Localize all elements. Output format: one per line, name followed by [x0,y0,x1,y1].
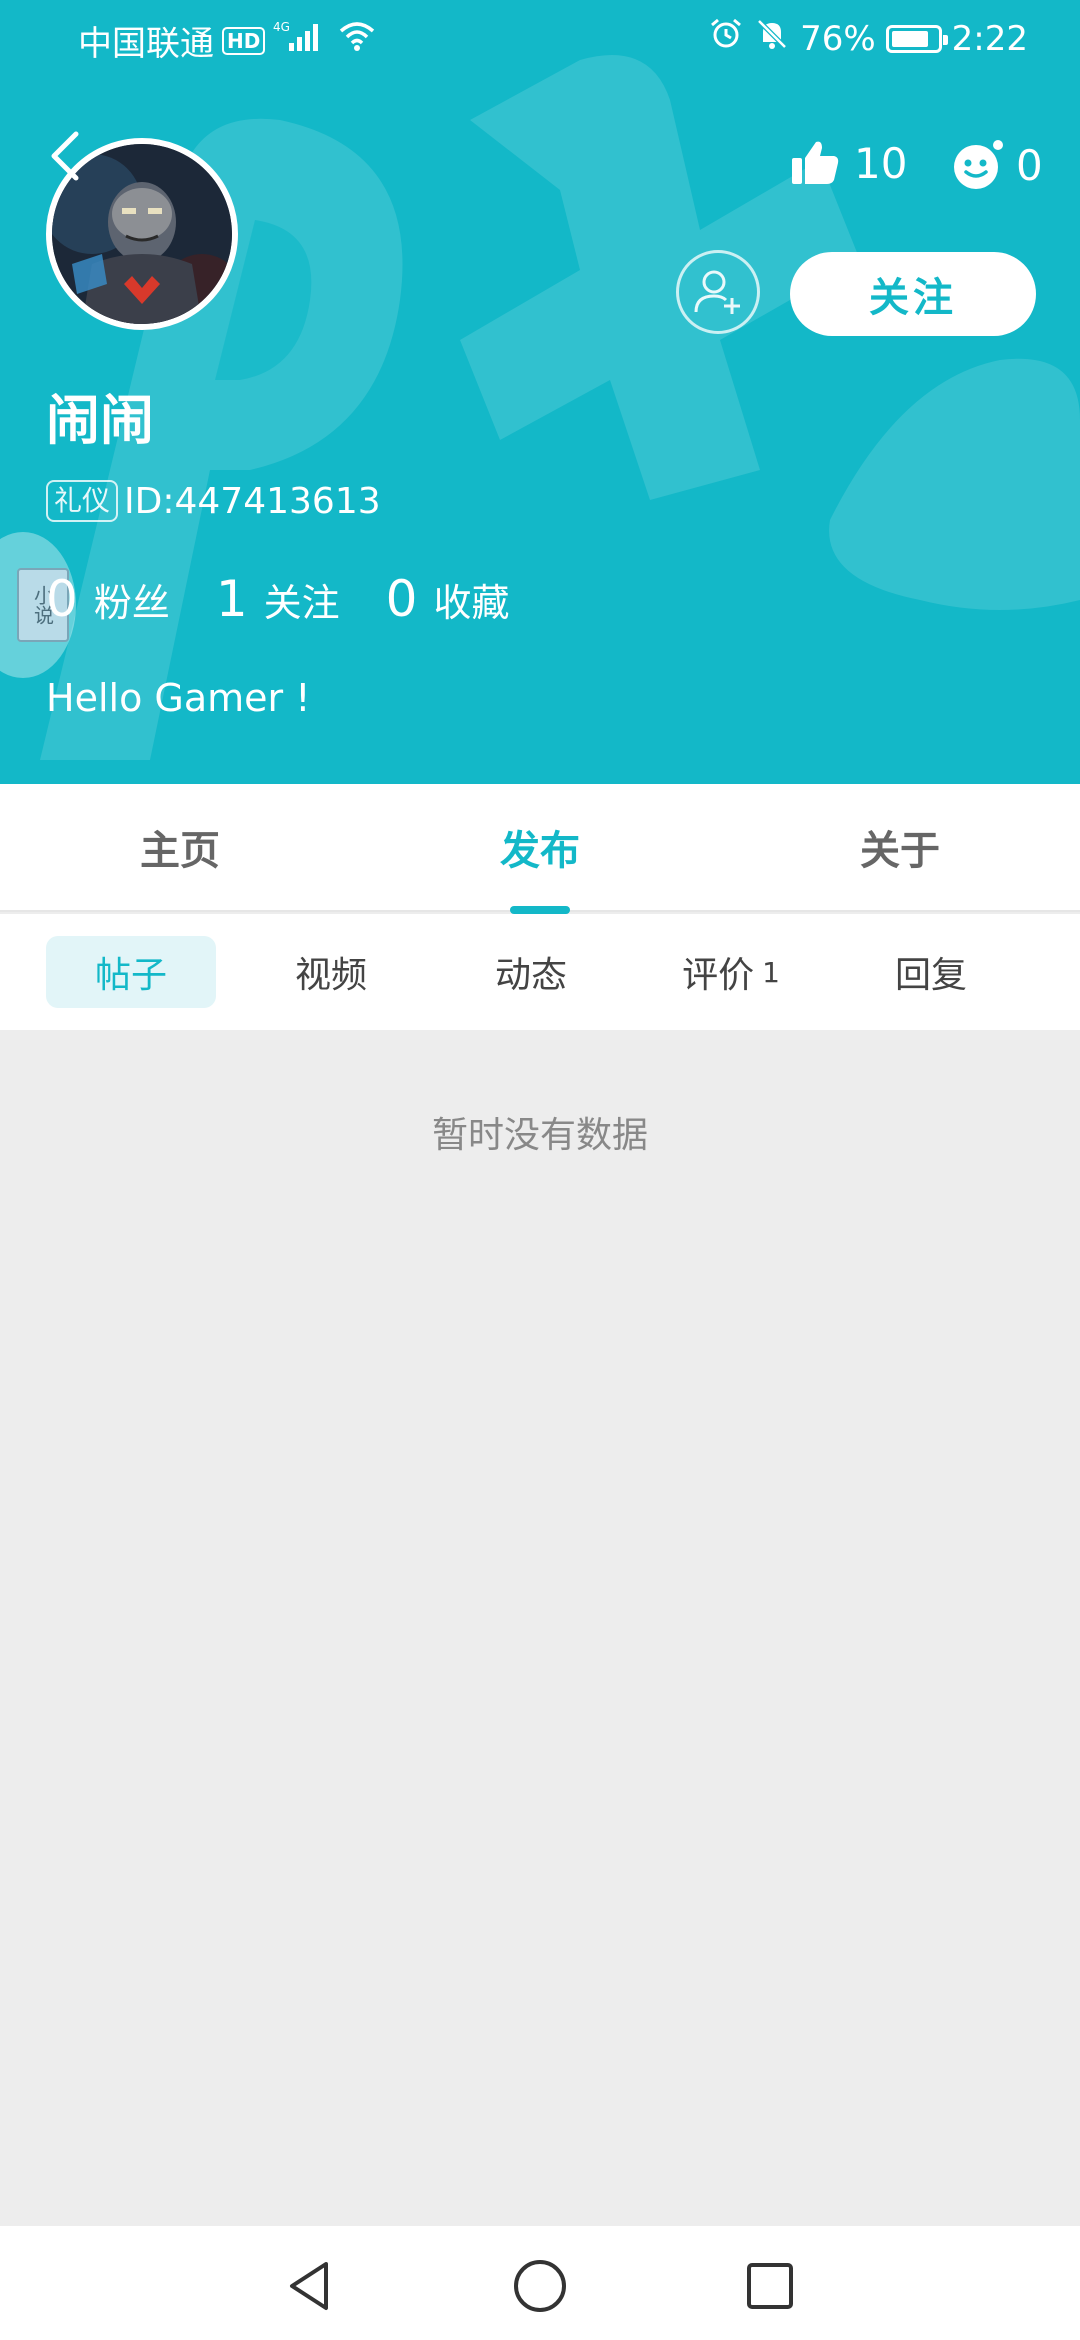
following-stat[interactable]: 1 关注 [216,570,340,628]
reactions-stat[interactable]: 0 [952,138,1043,192]
followers-label: 粉丝 [93,581,170,625]
status-bar: 中国联通 HD 4G 76% 2:22 [0,0,1080,76]
favorites-label: 收藏 [433,581,510,625]
tab-home[interactable]: 主页 [80,818,280,876]
stats-row: 0 粉丝 1 关注 0 收藏 [46,570,555,628]
nav-recents-button[interactable] [740,2256,800,2316]
signal-icon: 4G [273,19,329,62]
watermark-logo [40,55,1080,760]
reactions-count: 0 [1016,140,1043,190]
main-tab-bar: 主页 发布 关于 [0,784,1080,912]
subtab-reviews-label: 评价 [682,955,755,996]
square-recents-icon [747,2263,793,2309]
subtab-replies-label: 回复 [894,955,967,996]
subtab-reviews[interactable]: 评价 1 [646,936,816,1008]
clock: 2:22 [951,18,1028,59]
tab-about[interactable]: 关于 [800,818,1000,876]
subtab-videos-label: 视频 [294,955,367,996]
profile-header: 中国联通 HD 4G 76% 2:22 小说 10 0 关注 闹闹 礼仪 ID:… [0,0,1080,784]
chevron-left-icon [51,131,79,181]
nav-back-button[interactable] [280,2256,340,2316]
circle-home-icon [514,2260,566,2312]
battery-percent: 76% [800,18,876,59]
mute-bell-icon [754,16,790,61]
nav-home-button[interactable] [510,2256,570,2316]
back-button[interactable] [42,128,90,184]
subtab-reviews-count: 1 [762,955,780,989]
follow-button[interactable]: 关注 [790,252,1036,336]
add-user-icon [694,270,740,314]
following-label: 关注 [263,581,340,625]
subtab-threads-label: 帖子 [94,955,167,996]
active-tab-indicator [510,906,570,914]
favorites-count: 0 [385,570,418,628]
subtab-replies[interactable]: 回复 [846,936,1016,1008]
likes-stat[interactable]: 10 [790,138,907,188]
empty-state-message: 暂时没有数据 [431,1115,648,1156]
user-bio: Hello Gamer ! [46,676,311,720]
favorites-stat[interactable]: 0 收藏 [386,570,510,628]
add-friend-button[interactable] [676,250,760,334]
thumbs-up-icon [792,141,839,184]
followers-stat[interactable]: 0 粉丝 [46,570,170,628]
battery-icon [885,24,948,53]
username: 闹闹 [46,389,154,452]
subtab-threads[interactable]: 帖子 [46,936,216,1008]
triangle-back-icon [290,2262,328,2310]
smiley-icon [954,140,1003,189]
alarm-icon [708,16,744,61]
user-tag-badge: 礼仪 [46,480,119,522]
system-nav-bar [0,2226,1080,2340]
wifi-icon [337,19,377,62]
followers-count: 0 [46,570,78,628]
user-id-row: 礼仪 ID:447413613 [46,480,381,522]
carrier-label: 中国联通 [78,24,214,64]
tab-posts[interactable]: 发布 [440,818,640,876]
hd-badge: HD [222,26,266,55]
following-count: 1 [215,570,248,628]
user-id: ID:447413613 [124,480,381,522]
subtab-moments[interactable]: 动态 [446,936,616,1008]
sub-tab-bar: 帖子 视频 动态 评价 1 回复 [0,914,1080,1030]
network-label: 4G [273,20,290,34]
subtab-videos[interactable]: 视频 [246,936,416,1008]
subtab-moments-label: 动态 [494,955,567,996]
likes-count: 10 [854,138,908,188]
